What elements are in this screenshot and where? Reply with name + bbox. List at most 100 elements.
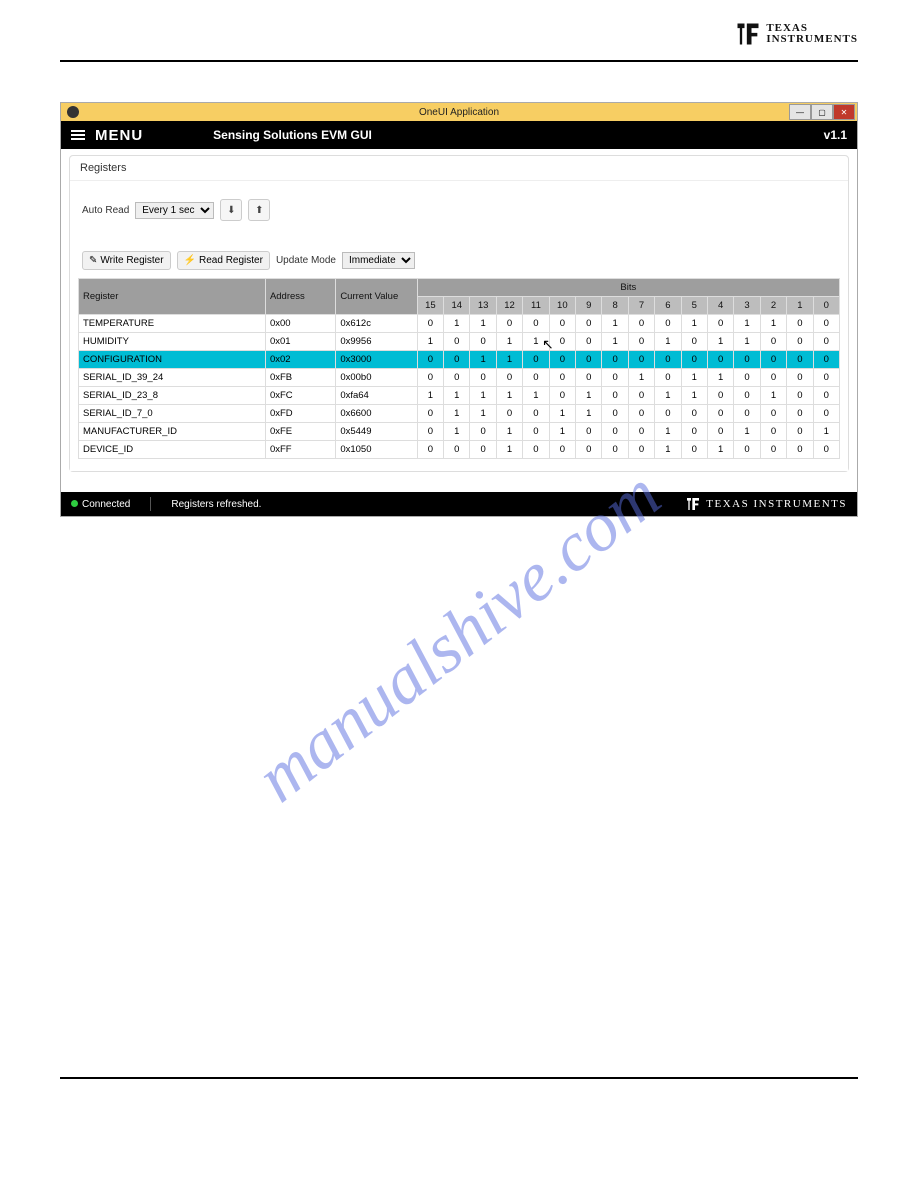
bit-cell[interactable]: 0: [523, 315, 549, 333]
bit-cell[interactable]: 0: [787, 315, 813, 333]
bit-cell[interactable]: 1: [496, 423, 522, 441]
read-register-button[interactable]: ⚡ Read Register: [177, 251, 270, 270]
bit-cell[interactable]: 0: [417, 441, 443, 459]
bit-cell[interactable]: 0: [549, 369, 575, 387]
bit-cell[interactable]: 1: [602, 315, 628, 333]
bit-cell[interactable]: 0: [787, 441, 813, 459]
bit-cell[interactable]: 0: [549, 351, 575, 369]
bit-cell[interactable]: 0: [681, 423, 707, 441]
bit-cell[interactable]: 0: [760, 351, 786, 369]
bit-cell[interactable]: 0: [813, 387, 839, 405]
bit-cell[interactable]: 1: [734, 423, 760, 441]
bit-cell[interactable]: 1: [628, 369, 654, 387]
bit-cell[interactable]: 0: [470, 369, 496, 387]
bit-cell[interactable]: 0: [787, 423, 813, 441]
bit-cell[interactable]: 1: [470, 405, 496, 423]
bit-cell[interactable]: 0: [813, 405, 839, 423]
bit-cell[interactable]: 1: [681, 315, 707, 333]
bit-cell[interactable]: 1: [496, 351, 522, 369]
write-register-button[interactable]: ✎ Write Register: [82, 251, 171, 270]
bit-cell[interactable]: 1: [655, 423, 681, 441]
bit-cell[interactable]: 1: [523, 333, 549, 351]
bit-cell[interactable]: 1: [470, 387, 496, 405]
bit-cell[interactable]: 0: [417, 351, 443, 369]
bit-cell[interactable]: 1: [576, 405, 602, 423]
download-button[interactable]: ⬇: [220, 199, 242, 221]
bit-cell[interactable]: 0: [813, 315, 839, 333]
table-row[interactable]: MANUFACTURER_ID0xFE0x5449010101000100100…: [79, 423, 840, 441]
bit-cell[interactable]: 0: [444, 369, 470, 387]
bit-cell[interactable]: 0: [760, 369, 786, 387]
bit-cell[interactable]: 0: [760, 441, 786, 459]
bit-cell[interactable]: 1: [444, 387, 470, 405]
bit-cell[interactable]: 1: [734, 333, 760, 351]
bit-cell[interactable]: 0: [470, 441, 496, 459]
bit-cell[interactable]: 0: [417, 423, 443, 441]
bit-cell[interactable]: 0: [707, 387, 733, 405]
bit-cell[interactable]: 1: [470, 315, 496, 333]
bit-cell[interactable]: 0: [444, 441, 470, 459]
bit-cell[interactable]: 1: [655, 441, 681, 459]
bit-cell[interactable]: 0: [813, 333, 839, 351]
bit-cell[interactable]: 1: [813, 423, 839, 441]
bit-cell[interactable]: 0: [628, 423, 654, 441]
bit-cell[interactable]: 1: [602, 333, 628, 351]
bit-cell[interactable]: 0: [707, 351, 733, 369]
bit-cell[interactable]: 1: [496, 441, 522, 459]
bit-cell[interactable]: 0: [470, 333, 496, 351]
bit-cell[interactable]: 0: [787, 351, 813, 369]
bit-cell[interactable]: 1: [760, 387, 786, 405]
bit-cell[interactable]: 0: [523, 441, 549, 459]
bit-cell[interactable]: 1: [655, 333, 681, 351]
table-row[interactable]: SERIAL_ID_39_240xFB0x00b0000000001011000…: [79, 369, 840, 387]
bit-cell[interactable]: 0: [787, 333, 813, 351]
bit-cell[interactable]: 1: [707, 333, 733, 351]
menu-icon[interactable]: [71, 130, 85, 140]
bit-cell[interactable]: 0: [813, 351, 839, 369]
bit-cell[interactable]: 0: [470, 423, 496, 441]
bit-cell[interactable]: 0: [813, 369, 839, 387]
bit-cell[interactable]: 0: [707, 315, 733, 333]
bit-cell[interactable]: 0: [417, 369, 443, 387]
table-row[interactable]: SERIAL_ID_7_00xFD0x66000110011000000000: [79, 405, 840, 423]
bit-cell[interactable]: 0: [628, 387, 654, 405]
bit-cell[interactable]: 0: [602, 441, 628, 459]
bit-cell[interactable]: 0: [628, 315, 654, 333]
bit-cell[interactable]: 0: [707, 405, 733, 423]
bit-cell[interactable]: 0: [760, 333, 786, 351]
bit-cell[interactable]: 0: [787, 369, 813, 387]
bit-cell[interactable]: 0: [628, 441, 654, 459]
bit-cell[interactable]: 0: [602, 405, 628, 423]
bit-cell[interactable]: 1: [444, 405, 470, 423]
bit-cell[interactable]: 0: [655, 405, 681, 423]
bit-cell[interactable]: 0: [734, 441, 760, 459]
bit-cell[interactable]: 1: [496, 387, 522, 405]
bit-cell[interactable]: 0: [734, 351, 760, 369]
bit-cell[interactable]: 0: [655, 369, 681, 387]
bit-cell[interactable]: 0: [681, 351, 707, 369]
bit-cell[interactable]: 0: [602, 387, 628, 405]
bit-cell[interactable]: 0: [707, 423, 733, 441]
bit-cell[interactable]: 1: [707, 369, 733, 387]
table-row[interactable]: CONFIGURATION0x020x30000011000000000000: [79, 351, 840, 369]
bit-cell[interactable]: 1: [734, 315, 760, 333]
menu-label[interactable]: MENU: [95, 127, 143, 144]
bit-cell[interactable]: 0: [549, 441, 575, 459]
bit-cell[interactable]: 1: [655, 387, 681, 405]
bit-cell[interactable]: 0: [681, 405, 707, 423]
bit-cell[interactable]: 0: [655, 315, 681, 333]
bit-cell[interactable]: 1: [470, 351, 496, 369]
table-row[interactable]: SERIAL_ID_23_80xFC0xfa641111101001100100: [79, 387, 840, 405]
bit-cell[interactable]: 0: [576, 441, 602, 459]
upload-button[interactable]: ⬆: [248, 199, 270, 221]
bit-cell[interactable]: 0: [523, 351, 549, 369]
bit-cell[interactable]: 0: [734, 387, 760, 405]
bit-cell[interactable]: 1: [417, 387, 443, 405]
bit-cell[interactable]: 0: [655, 351, 681, 369]
auto-read-select[interactable]: Every 1 sec: [135, 202, 214, 219]
bit-cell[interactable]: 1: [444, 315, 470, 333]
table-row[interactable]: TEMPERATURE0x000x612c0110000100101100: [79, 315, 840, 333]
bit-cell[interactable]: 0: [444, 351, 470, 369]
bit-cell[interactable]: 0: [549, 387, 575, 405]
table-row[interactable]: DEVICE_ID0xFF0x10500001000001010000: [79, 441, 840, 459]
